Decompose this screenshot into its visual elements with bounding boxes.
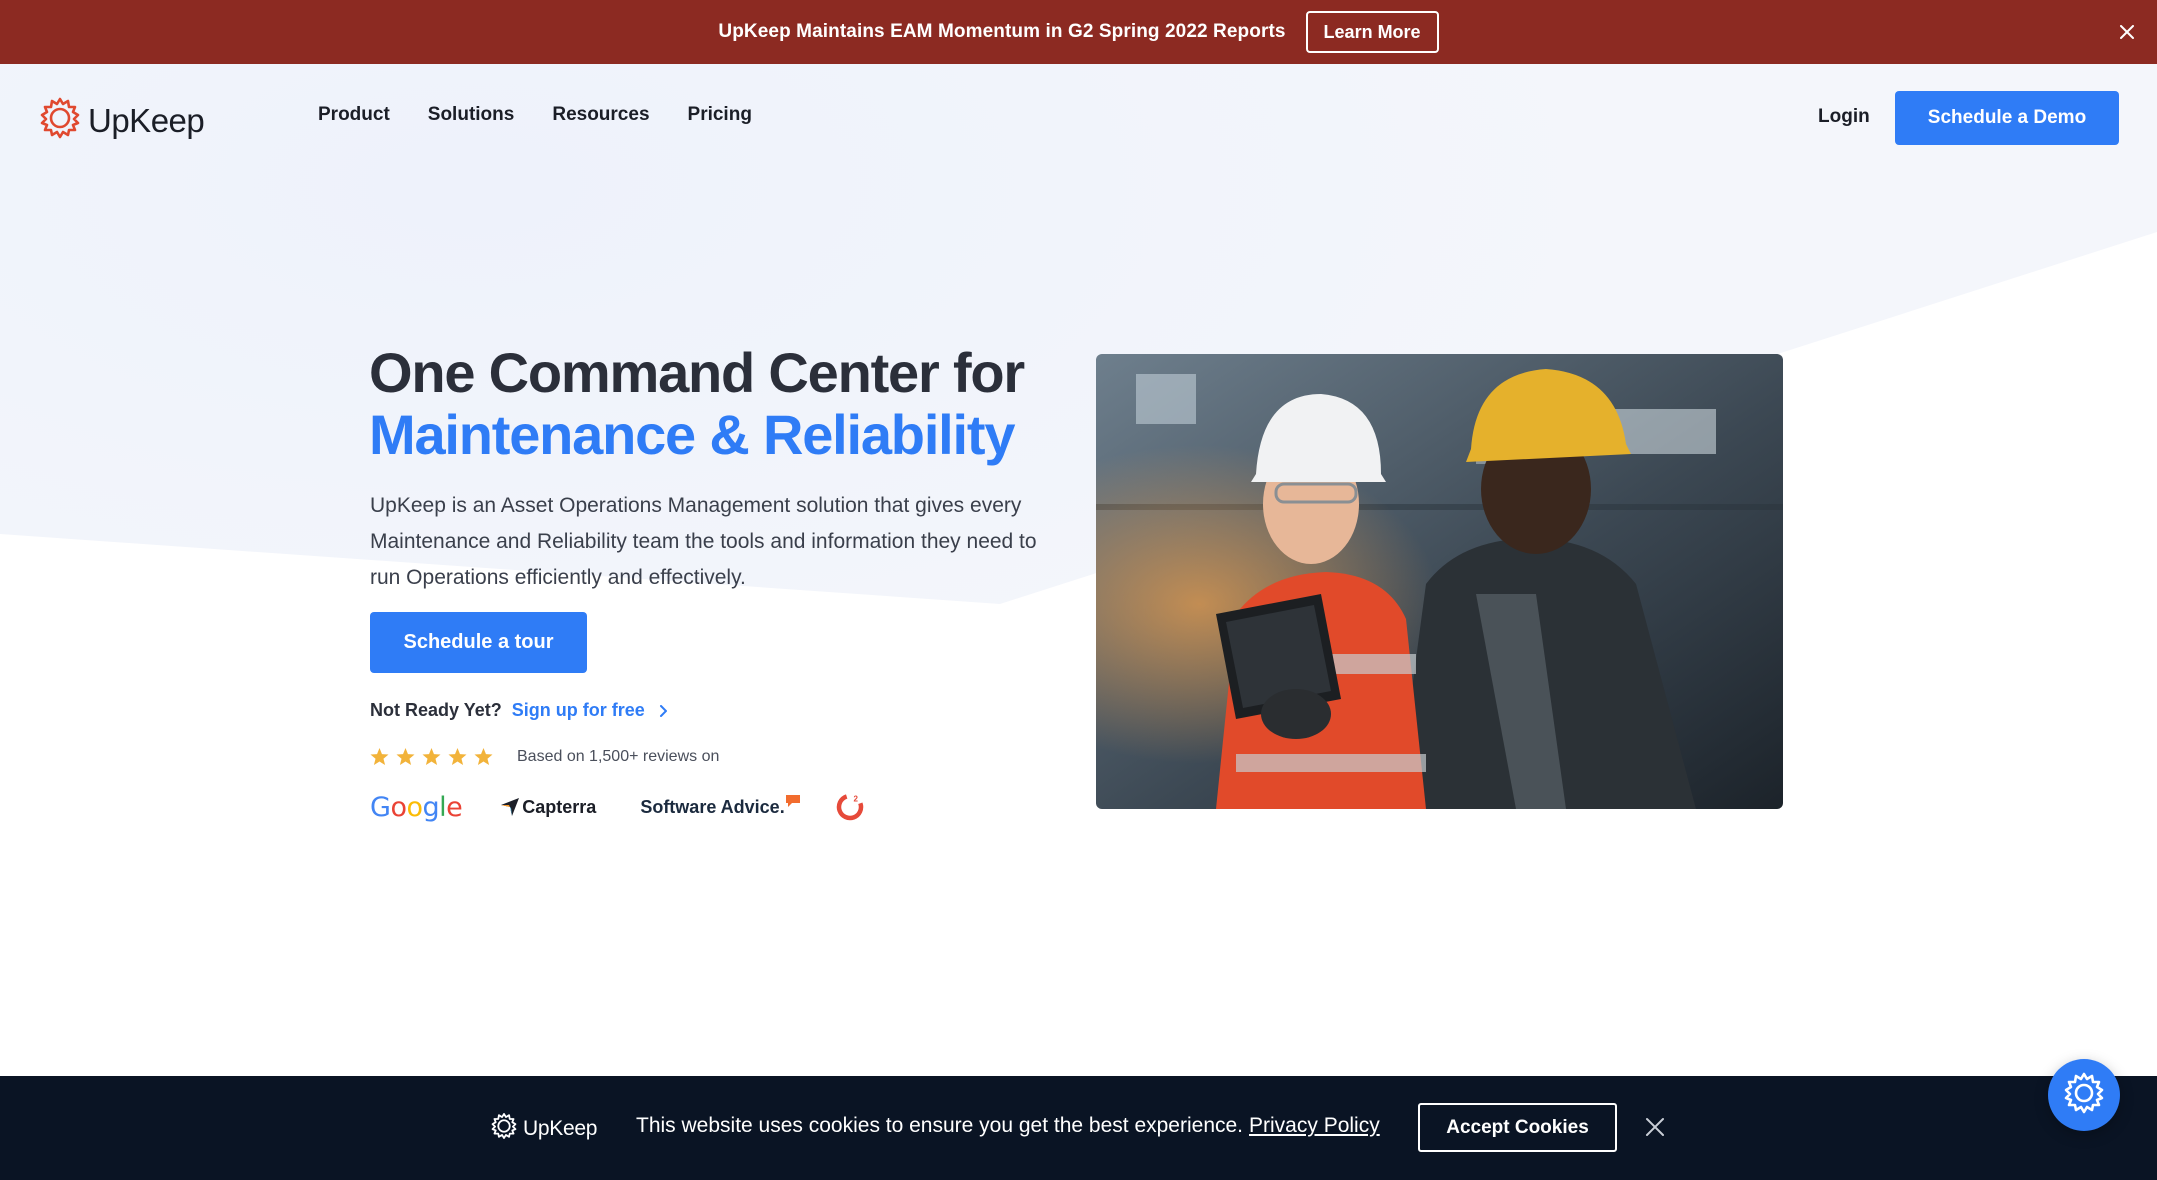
hero-background [0, 64, 2157, 1074]
not-ready-row: Not Ready Yet? Sign up for free [370, 700, 667, 721]
star-icon [474, 748, 493, 766]
nav-item-product[interactable]: Product [318, 104, 390, 126]
nav-item-solutions[interactable]: Solutions [428, 104, 515, 126]
settings-gear-button[interactable] [2048, 1059, 2120, 1131]
star-icon [448, 748, 467, 766]
svg-text:2: 2 [853, 795, 858, 804]
privacy-policy-link[interactable]: Privacy Policy [1249, 1114, 1380, 1137]
accept-cookies-button[interactable]: Accept Cookies [1418, 1103, 1617, 1152]
nav-item-resources[interactable]: Resources [552, 104, 649, 126]
star-icon [396, 748, 415, 766]
capterra-arrow-icon [501, 798, 520, 816]
hero-description: UpKeep is an Asset Operations Management… [370, 494, 1037, 589]
capterra-logo: Capterra [500, 797, 596, 818]
star-icon [370, 748, 389, 766]
announcement-close-icon[interactable] [2115, 20, 2139, 44]
hero-title-line1: One Command Center for [369, 341, 1025, 404]
learn-more-button[interactable]: Learn More [1305, 11, 1439, 53]
software-advice-name: Software Advice. [640, 796, 785, 817]
signup-link[interactable]: Sign up for free [512, 700, 645, 721]
star-icon [422, 748, 441, 766]
nav-item-pricing[interactable]: Pricing [688, 104, 752, 126]
rating-stars [370, 748, 493, 766]
cookie-text: This website uses cookies to ensure you … [636, 1114, 1244, 1137]
workers-with-tablet-photo [1096, 354, 1783, 809]
logo-text: UpKeep [88, 101, 205, 139]
cookie-brand-text: UpKeep [523, 1116, 598, 1140]
chevron-right-icon[interactable] [659, 704, 667, 717]
cookie-message: This website uses cookies to ensure you … [636, 1114, 1380, 1138]
cookie-close-icon[interactable] [1645, 1117, 1667, 1139]
gear-icon [38, 96, 82, 145]
capterra-name: Capterra [522, 796, 597, 817]
review-site-logos: Google Capterra Software Advice. 2 [370, 790, 864, 824]
cookie-banner-logo: UpKeep [490, 1112, 597, 1145]
hero-title-line2: Maintenance & Reliability [369, 403, 1015, 466]
google-logo: Google [370, 791, 463, 823]
not-ready-label: Not Ready Yet? [370, 700, 502, 720]
speech-bubble-icon [785, 794, 800, 807]
login-link[interactable]: Login [1818, 106, 1870, 128]
upkeep-logo[interactable]: UpKeep [38, 96, 205, 145]
schedule-tour-button[interactable]: Schedule a tour [370, 612, 587, 673]
settings-gear-icon [2062, 1071, 2106, 1120]
hero-headline: One Command Center for Maintenance & Rel… [369, 342, 1089, 466]
software-advice-logo: Software Advice. [640, 794, 800, 818]
reviews-text: Based on 1,500+ reviews on [517, 748, 720, 765]
gear-icon [490, 1112, 518, 1145]
reviews-row: Based on 1,500+ reviews on [370, 748, 719, 766]
announcement-text: UpKeep Maintains EAM Momentum in G2 Spri… [718, 21, 1286, 42]
g2-logo: 2 [836, 793, 864, 821]
announcement-bar: UpKeep Maintains EAM Momentum in G2 Spri… [0, 0, 2157, 64]
main-nav: Product Solutions Resources Pricing [318, 104, 790, 126]
schedule-demo-button[interactable]: Schedule a Demo [1895, 91, 2119, 145]
